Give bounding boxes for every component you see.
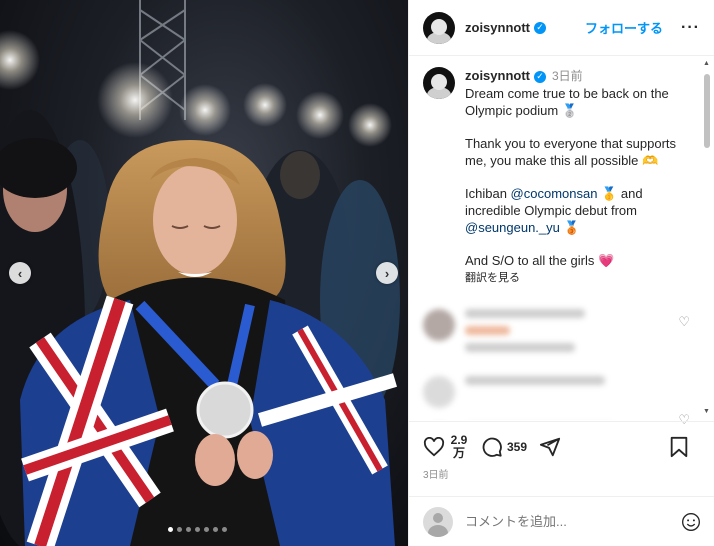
caption-line: incredible Olympic debut from (465, 203, 637, 218)
avatar (423, 376, 455, 408)
like-count-unit: 万 (452, 446, 465, 460)
action-row: 2.9 万 359 (423, 432, 701, 462)
scroll-thumb[interactable] (704, 74, 710, 148)
author-username[interactable]: zoisynnott (465, 20, 530, 35)
like-button[interactable]: 2.9 万 (423, 434, 469, 460)
post-photo[interactable]: ‹ › (0, 0, 408, 546)
caption-line: me, you make this all possible 🫶 (465, 153, 659, 168)
comment-like-icon[interactable]: ♡ (678, 314, 690, 330)
post-header: zoisynnott ✓ フォローする ··· (409, 0, 714, 56)
avatar (423, 309, 455, 341)
caption-line: Dream come true to be back on the (465, 86, 669, 101)
mention-link[interactable]: @seungeun._yu (465, 220, 560, 235)
carousel-dot (186, 527, 191, 532)
carousel-prev-button[interactable]: ‹ (9, 262, 31, 284)
blurred-comments (423, 309, 701, 420)
post-actions: 2.9 万 359 3日前 (409, 421, 714, 496)
comment-text (465, 376, 605, 408)
verified-badge-icon: ✓ (534, 21, 546, 34)
comment-text (465, 309, 585, 360)
post-side-panel: zoisynnott ✓ フォローする ··· zoisynnott ✓ 3日前 D… (408, 0, 714, 546)
carousel-next-button[interactable]: › (376, 262, 398, 284)
verified-badge-icon: ✓ (534, 70, 546, 83)
more-options-icon[interactable]: ··· (681, 19, 700, 37)
photo-scene (0, 0, 400, 546)
list-item (423, 309, 701, 360)
list-item (423, 376, 701, 408)
add-comment-bar (409, 496, 714, 546)
instagram-post-modal: ‹ › zoisynnott ✓ フォローする ··· zoisynnott ✓… (0, 0, 714, 546)
caption-line: @seungeun._yu 🥉 (465, 219, 695, 236)
carousel-dot (222, 527, 227, 532)
see-translation-link[interactable]: 翻訳を見る (465, 270, 695, 287)
caption-line: Thank you to everyone that supports (465, 136, 677, 151)
share-button[interactable] (539, 436, 561, 458)
carousel-dot (195, 527, 200, 532)
save-button[interactable] (669, 436, 689, 458)
chevron-right-icon: › (384, 265, 390, 281)
caption-line: Olympic podium 🥈 (465, 103, 578, 118)
post-timestamp: 3日前 (423, 470, 449, 481)
viewer-avatar (423, 506, 453, 537)
caption-time: 3日前 (552, 69, 583, 83)
author-avatar[interactable] (423, 11, 455, 44)
emoji-icon[interactable] (681, 512, 701, 532)
mention-link[interactable]: @cocomonsan (511, 186, 598, 201)
caption-line: Ichiban @cocomonsan 🥇 and (465, 185, 695, 202)
caption-body: zoisynnott ✓ 3日前 Dream come true to be bac… (465, 67, 695, 287)
carousel-dot (213, 527, 218, 532)
bookmark-icon (670, 436, 688, 458)
caption-text: Ichiban (465, 186, 511, 201)
carousel-dot (204, 527, 209, 532)
caption-line: And S/O to all the girls 💗 (465, 253, 615, 268)
send-icon (539, 437, 561, 457)
caption-avatar[interactable] (423, 67, 455, 99)
comment-button[interactable]: 359 (481, 436, 527, 458)
caption-username[interactable]: zoisynnott (465, 68, 530, 83)
caption-text: 🥉 (559, 220, 580, 235)
like-count: 2.9 万 (449, 434, 469, 460)
scroll-up-icon[interactable]: ▲ (703, 60, 710, 67)
caption: zoisynnott ✓ 3日前 Dream come true to be bac… (423, 67, 701, 287)
comments-list[interactable]: zoisynnott ✓ 3日前 Dream come true to be bac… (409, 57, 714, 420)
comment-count: 359 (507, 439, 528, 454)
follow-button[interactable]: フォローする (585, 18, 663, 37)
comments-scrollbar[interactable]: ▲ ▼ (703, 60, 711, 415)
carousel-dot (177, 527, 182, 532)
caption-text: 🥇 and (597, 186, 643, 201)
scroll-down-icon[interactable]: ▼ (703, 408, 710, 415)
heart-icon (423, 437, 445, 457)
comment-icon (482, 437, 502, 457)
comment-input[interactable] (465, 514, 665, 529)
carousel-dot (168, 527, 173, 532)
carousel-dots (168, 527, 227, 532)
chevron-left-icon: ‹ (17, 265, 23, 281)
